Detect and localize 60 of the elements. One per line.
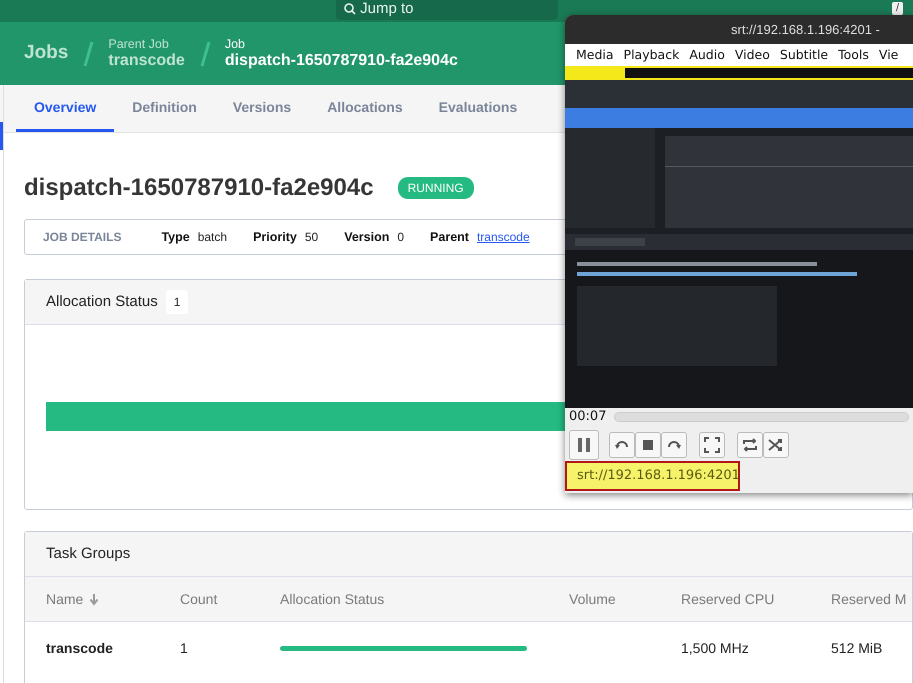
count-badge: 1 [166,290,188,314]
shuffle-button[interactable] [763,432,789,458]
panel-title: Task Groups [46,544,130,564]
tab[interactable]: Allocations [309,85,421,132]
search-field[interactable]: Jump to [336,0,558,20]
search-icon [344,3,356,16]
column-header: Volume [569,590,616,608]
field-value: 0 [397,229,404,246]
sort-arrow-icon [89,592,100,606]
menu-item[interactable]: Subtitle [774,44,834,66]
tab[interactable]: Evaluations [420,85,536,132]
sidebar-active-marker [0,122,3,150]
fullscreen-button[interactable] [699,432,725,458]
field-label: Type [161,228,190,246]
previous-button[interactable] [609,432,635,458]
fullscreen-icon [704,437,720,453]
parent-link[interactable]: transcode [476,228,530,246]
tab[interactable]: Overview [16,85,114,132]
tab[interactable]: Definition [114,85,215,132]
breadcrumb-label: Job [224,38,246,52]
pause-button[interactable] [569,430,599,460]
panel-title: Allocation Status [46,292,158,312]
loop-button[interactable] [737,432,763,458]
breadcrumb-separator-icon [198,40,211,68]
table-cell-text: 1 [180,638,188,658]
menu-item[interactable]: Playback [618,44,684,66]
job-title: dispatch-1650787910-fa2e904c [24,174,374,202]
field-label: Priority [253,228,297,246]
column-header[interactable]: Name [46,588,84,610]
breadcrumb-separator-icon [82,40,94,68]
column-header: Reserved M [831,590,906,608]
field-value: 50 [304,229,318,246]
stop-button[interactable] [635,432,661,458]
breadcrumb-label: Parent Job [108,38,170,52]
field-label: Parent [430,228,469,246]
stop-icon [640,437,656,453]
shortcut-key: / [892,2,904,16]
tab[interactable]: Versions [214,85,310,132]
next-button[interactable] [661,432,687,458]
field-value: batch [198,229,228,246]
breadcrumb-link[interactable]: dispatch-1650787910-fa2e904c [224,52,458,70]
loop-icon [742,437,758,453]
pause-icon [576,437,592,453]
column-header: Count [180,590,218,608]
menu-item[interactable]: Tools [833,44,874,66]
table-cell-text: 1,500 MHz [681,638,749,658]
shuffle-icon [768,437,784,453]
menu-item[interactable]: Video [730,44,775,66]
menu-item[interactable]: Media [571,44,619,66]
menu-item[interactable]: Vie [874,44,904,66]
column-header: Reserved CPU [681,590,774,608]
menu-item[interactable]: Audio [684,44,730,66]
section-label: JOB DETAILS [43,229,122,246]
column-header: Allocation Status [280,590,384,608]
status-badge: RUNNING [398,177,474,199]
field-label: Version [344,228,390,246]
table-cell-text: 512 MiB [831,638,882,658]
window-title: srt://192.168.1.196:4201 - [731,20,880,39]
table-cell-text: transcode [46,638,113,658]
elapsed-time: 00:07 [569,408,606,426]
